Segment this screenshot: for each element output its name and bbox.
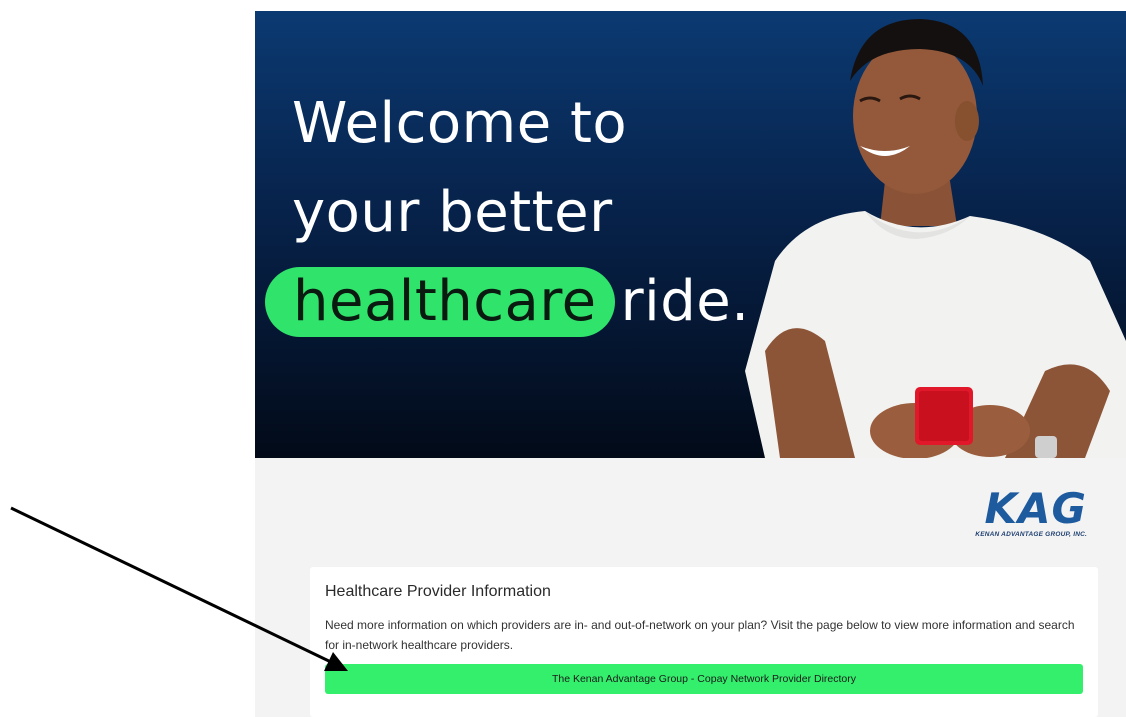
page: Welcome to your better healthcareride. xyxy=(0,0,1126,717)
logo-subtitle: KENAN ADVANTAGE GROUP, INC. xyxy=(975,531,1087,538)
provider-directory-button[interactable]: The Kenan Advantage Group - Copay Networ… xyxy=(325,664,1083,694)
card-title: Healthcare Provider Information xyxy=(325,583,551,600)
hero-highlight-pill: healthcare xyxy=(265,267,615,337)
hero-banner: Welcome to your better healthcare ride. xyxy=(255,11,1126,458)
hero-person-image xyxy=(745,19,1126,458)
hero-line-3-rest: ride. xyxy=(620,269,750,334)
logo-wordmark: KAG xyxy=(984,484,1087,533)
hero-line-3: healthcare ride. xyxy=(265,257,750,346)
hero-line-2: your better xyxy=(292,180,613,245)
provider-info-card: Healthcare Provider Information Need mor… xyxy=(310,567,1098,717)
card-description: Need more information on which providers… xyxy=(325,618,1075,652)
hero-headline: Welcome to your better healthcare ride. xyxy=(265,79,750,346)
content-section: KAG KENAN ADVANTAGE GROUP, INC. Healthca… xyxy=(255,458,1126,717)
hero-line-1: Welcome to xyxy=(292,91,628,156)
kag-logo: KAG KENAN ADVANTAGE GROUP, INC. xyxy=(947,484,1087,539)
